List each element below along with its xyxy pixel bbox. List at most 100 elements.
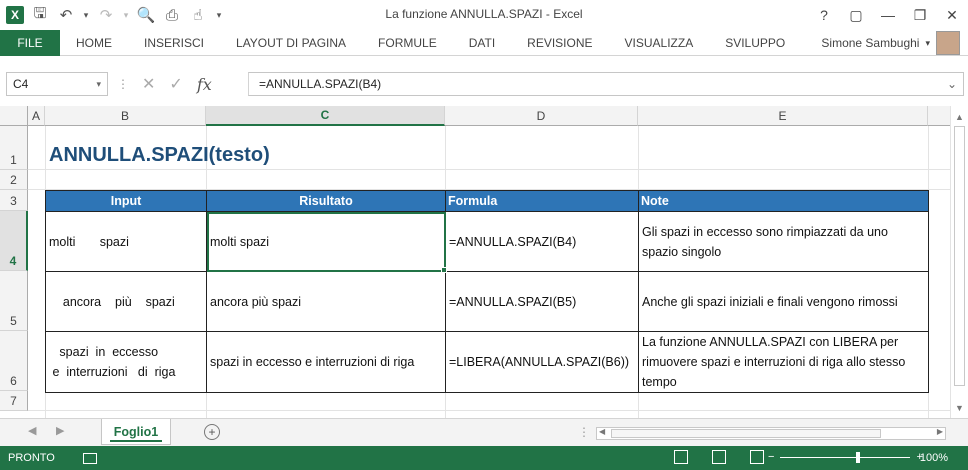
tab-split-grip-icon[interactable]: ⋮ [578, 425, 590, 439]
scroll-up-icon[interactable]: ▲ [951, 108, 968, 125]
touch-mode-icon[interactable]: ☝ [188, 5, 208, 25]
cell-b4[interactable]: molti spazi [45, 211, 207, 272]
normal-view-icon[interactable] [674, 450, 688, 464]
row-header-2[interactable]: 2 [0, 170, 28, 190]
cell-c5[interactable]: ancora più spazi [206, 271, 446, 332]
worksheet-grid[interactable]: A B C D E 1 2 3 4 5 6 7 ANNULLA.SPAZI(te… [0, 106, 950, 418]
cell-e5[interactable]: Anche gli spazi iniziali e finali vengon… [638, 271, 929, 332]
formula-buttons: ✕ ✓ fx [138, 74, 248, 94]
tab-dati[interactable]: DATI [453, 36, 511, 50]
undo-icon[interactable]: ↶ [56, 5, 76, 25]
zoom-level[interactable]: 100% [920, 452, 948, 464]
table-row: spazi in eccesso e interruzioni di riga … [45, 331, 929, 393]
expand-formula-bar-icon[interactable]: ⌄ [947, 77, 963, 91]
scroll-left-icon[interactable]: ◀ [599, 427, 605, 436]
sheet-tab-foglio1[interactable]: Foglio1 [101, 419, 171, 445]
restore-button[interactable]: ❐ [904, 7, 936, 24]
column-header-c[interactable]: C [206, 106, 445, 126]
vertical-scroll-thumb[interactable] [954, 126, 965, 386]
cancel-icon[interactable]: ✕ [142, 74, 155, 94]
cell-d6[interactable]: =LIBERA(ANNULLA.SPAZI(B6)) [445, 331, 639, 393]
redo-icon[interactable]: ↷ [96, 5, 116, 25]
zoom-track[interactable] [780, 451, 911, 463]
sheet-heading[interactable]: ANNULLA.SPAZI(testo) [49, 144, 270, 167]
fill-handle[interactable] [441, 267, 447, 273]
page-layout-view-icon[interactable] [712, 450, 726, 464]
cell-e6[interactable]: La funzione ANNULLA.SPAZI con LIBERA per… [638, 331, 929, 393]
column-header-a[interactable]: A [28, 106, 45, 126]
cell-c6[interactable]: spazi in eccesso e interruzioni di riga [206, 331, 446, 393]
header-note[interactable]: Note [638, 190, 929, 212]
user-account[interactable]: Simone Sambughi ▾ [821, 30, 960, 56]
add-sheet-button[interactable]: + [204, 424, 220, 440]
row-header-7[interactable]: 7 [0, 391, 28, 411]
header-result[interactable]: Risultato [206, 190, 446, 212]
tab-file[interactable]: FILE [0, 29, 60, 56]
column-header-e[interactable]: E [638, 106, 928, 126]
vertical-scrollbar[interactable]: ▲ ▼ [950, 106, 968, 418]
scroll-down-icon[interactable]: ▼ [951, 399, 968, 416]
name-box[interactable]: C4 ▾ [6, 72, 108, 96]
prev-sheet-icon[interactable]: ◀ [28, 424, 36, 437]
tab-inserisci[interactable]: INSERISCI [128, 36, 220, 50]
cell-e4[interactable]: Gli spazi in eccesso sono rimpiazzati da… [638, 211, 929, 272]
row-header-3[interactable]: 3 [0, 190, 28, 211]
name-box-value: C4 [13, 77, 29, 91]
row-header-5[interactable]: 5 [0, 271, 28, 331]
column-header-b[interactable]: B [45, 106, 206, 126]
formula-input[interactable]: =ANNULLA.SPAZI(B4) ⌄ [248, 72, 964, 96]
cell-d5[interactable]: =ANNULLA.SPAZI(B5) [445, 271, 639, 332]
horizontal-scroll-thumb[interactable] [611, 429, 881, 438]
help-button[interactable]: ? [808, 7, 840, 23]
formula-bar: C4 ▾ ⋮ ✕ ✓ fx =ANNULLA.SPAZI(B4) ⌄ [0, 70, 968, 98]
next-sheet-icon[interactable]: ▶ [56, 424, 64, 437]
tab-formule[interactable]: FORMULE [362, 36, 453, 50]
column-header-d[interactable]: D [445, 106, 638, 126]
row-header-1[interactable]: 1 [0, 126, 28, 170]
horizontal-scrollbar[interactable]: ◀ ▶ [596, 427, 946, 440]
zoom-out-button[interactable]: − [768, 451, 774, 463]
insert-function-icon[interactable]: fx [197, 75, 212, 94]
zoom-slider[interactable]: − + [768, 451, 923, 463]
window-controls: ? ▢ — ❐ ✕ [808, 0, 968, 30]
print-preview-icon[interactable]: 🔍 [136, 5, 156, 25]
tab-revisione[interactable]: REVISIONE [511, 36, 608, 50]
ribbon-tabs: FILE HOME INSERISCI LAYOUT DI PAGINA FOR… [0, 29, 968, 56]
zoom-knob[interactable] [856, 451, 861, 463]
title-bar: X 🖫 ↶ ▾ ↷ ▾ 🔍 ⎙ ☝ ▾ La funzione ANNULLA.… [0, 0, 968, 30]
tab-layout-di-pagina[interactable]: LAYOUT DI PAGINA [220, 36, 362, 50]
formula-bar-grip-icon[interactable]: ⋮ [108, 77, 138, 91]
header-formula[interactable]: Formula [445, 190, 639, 212]
gridline [28, 410, 950, 411]
minimize-button[interactable]: — [872, 7, 904, 23]
close-button[interactable]: ✕ [936, 7, 968, 24]
row-header-4[interactable]: 4 [0, 211, 28, 271]
macro-record-icon[interactable] [82, 452, 97, 464]
save-icon[interactable]: 🖫 [30, 5, 50, 25]
cell-b6[interactable]: spazi in eccesso e interruzioni di riga [45, 331, 207, 393]
undo-dropdown-icon[interactable]: ▾ [82, 5, 90, 25]
table-row: molti spazi molti spazi =ANNULLA.SPAZI(B… [45, 211, 929, 272]
chevron-down-icon[interactable]: ▾ [96, 79, 101, 90]
redo-dropdown-icon[interactable]: ▾ [122, 5, 130, 25]
scroll-right-icon[interactable]: ▶ [937, 427, 943, 436]
print-icon[interactable]: ⎙ [162, 5, 182, 25]
table-header-row: Input Risultato Formula Note [45, 190, 929, 212]
ribbon-display-button[interactable]: ▢ [840, 7, 872, 24]
customize-qat-icon[interactable]: ▾ [214, 5, 224, 25]
tab-sviluppo[interactable]: SVILUPPO [709, 36, 801, 50]
cell-d4[interactable]: =ANNULLA.SPAZI(B4) [445, 211, 639, 272]
row-header-6[interactable]: 6 [0, 331, 28, 391]
tab-home[interactable]: HOME [60, 36, 128, 50]
page-break-view-icon[interactable] [750, 450, 764, 464]
select-all-corner[interactable] [0, 106, 28, 126]
user-name: Simone Sambughi [821, 36, 920, 50]
view-buttons [674, 450, 764, 464]
enter-icon[interactable]: ✓ [169, 74, 182, 94]
cell-c4-selected[interactable]: molti spazi [206, 211, 446, 272]
function-table: Input Risultato Formula Note molti spazi… [45, 190, 929, 393]
tab-visualizza[interactable]: VISUALIZZA [609, 36, 710, 50]
cell-b5[interactable]: ancora più spazi [45, 271, 207, 332]
header-input[interactable]: Input [45, 190, 207, 212]
table-row: ancora più spazi ancora più spazi =ANNUL… [45, 271, 929, 332]
